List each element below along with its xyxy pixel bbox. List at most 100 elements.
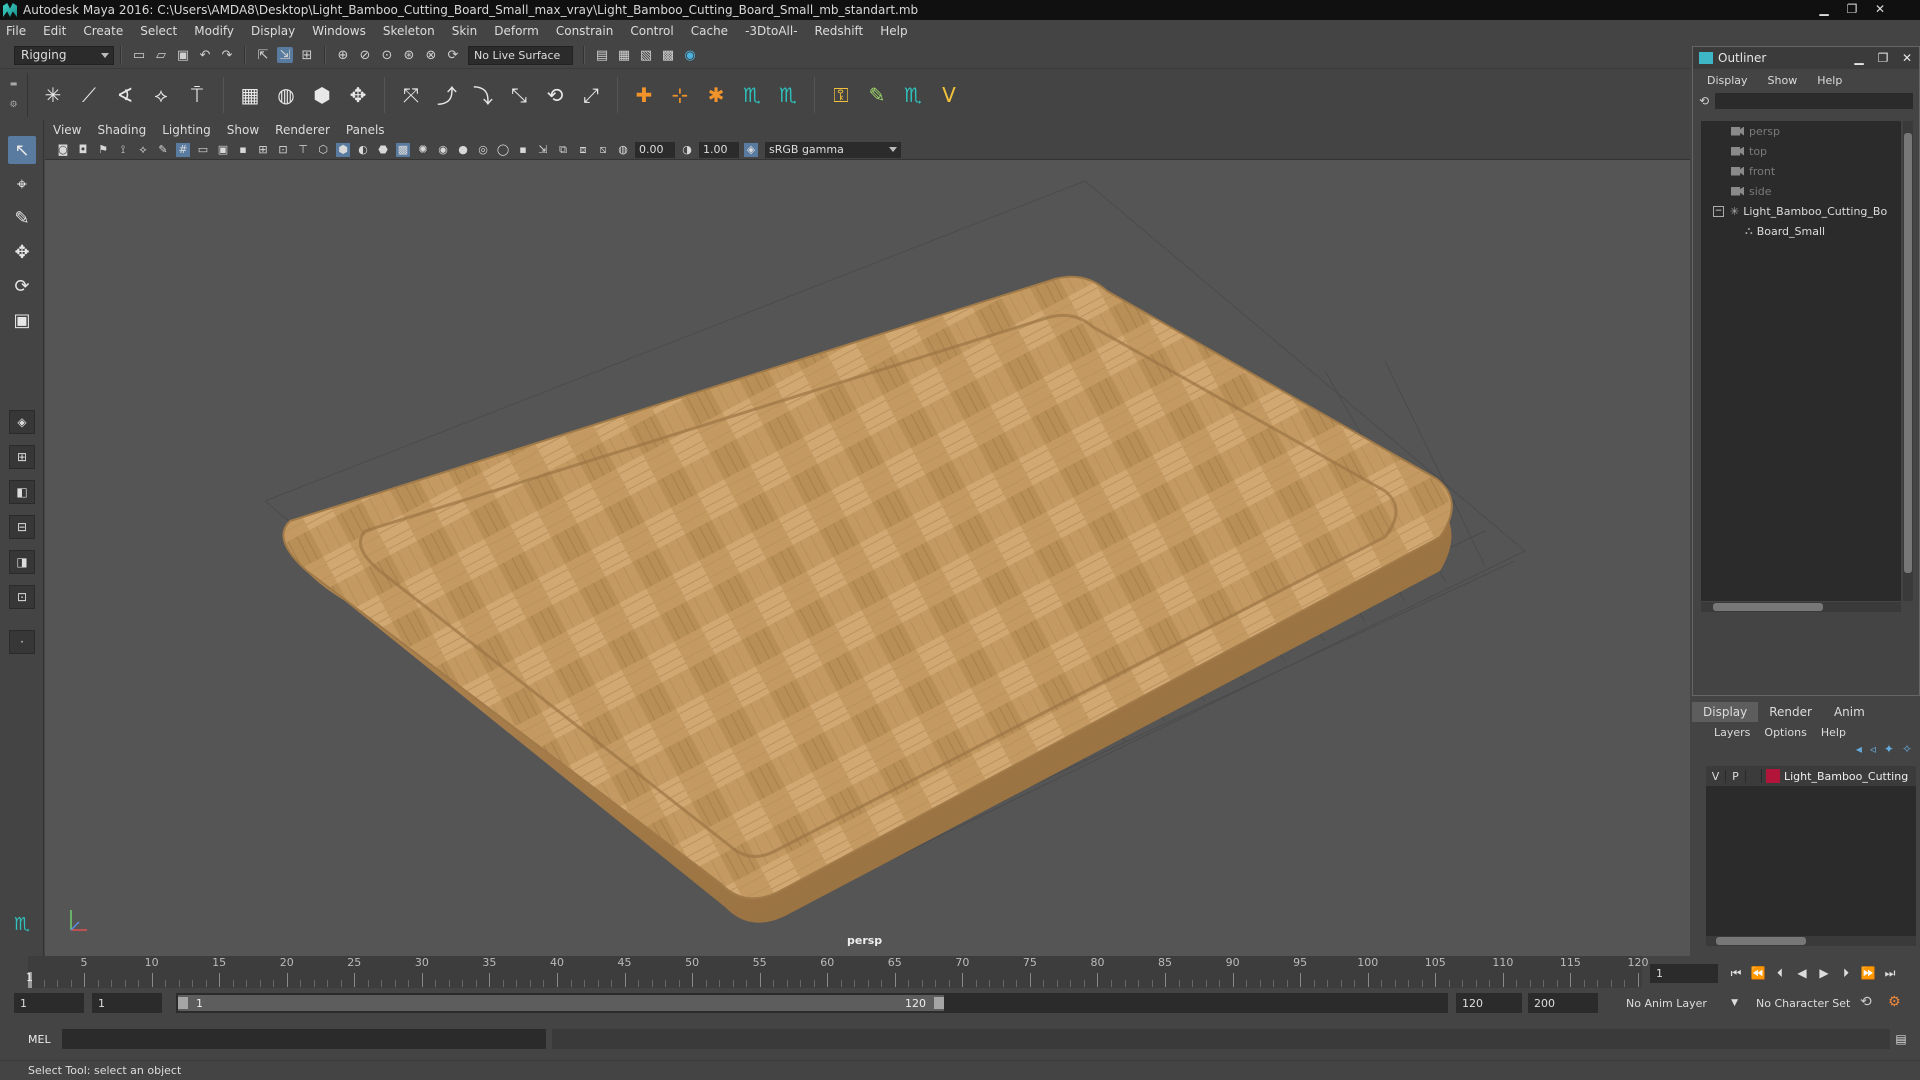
hypershade-icon[interactable]: ◉	[682, 47, 698, 63]
render-view-icon[interactable]: ▤	[594, 47, 610, 63]
menu-3dtoall[interactable]: -3DtoAll-	[745, 24, 797, 38]
pole-vector-constraint-icon[interactable]: ⤢	[578, 82, 604, 108]
outliner-menu-display[interactable]: Display	[1707, 74, 1748, 87]
menu-windows[interactable]: Windows	[312, 24, 366, 38]
outliner-item-group[interactable]: − ✳ Light_Bamboo_Cutting_Bo	[1701, 201, 1901, 221]
animation-preferences-icon[interactable]: ⚙	[1888, 994, 1901, 1010]
snap-point-icon[interactable]: ⊙	[379, 47, 395, 63]
maximize-button[interactable]: ❐	[1838, 0, 1866, 18]
character-set-dropdown[interactable]: No Character Set	[1750, 993, 1868, 1013]
view-transform-dropdown[interactable]: sRGB gamma	[765, 141, 901, 158]
viewport-menu-panels[interactable]: Panels	[346, 123, 385, 137]
outliner-item-persp[interactable]: persp	[1701, 121, 1901, 141]
scrollbar-thumb[interactable]	[1713, 603, 1823, 611]
save-scene-icon[interactable]: ▣	[175, 47, 191, 63]
viewport-menu-shading[interactable]: Shading	[97, 123, 146, 137]
snap-live-icon[interactable]: ⊗	[423, 47, 439, 63]
menu-display[interactable]: Display	[251, 24, 295, 38]
paint-select-icon[interactable]: ✎	[8, 204, 36, 232]
default-material-icon[interactable]: ◐	[356, 143, 370, 157]
viewport-menu-renderer[interactable]: Renderer	[275, 123, 330, 137]
viewport-menu-view[interactable]: View	[53, 123, 81, 137]
layer-row[interactable]: V P Light_Bamboo_Cutting	[1706, 766, 1916, 786]
menu-select[interactable]: Select	[140, 24, 177, 38]
camera-attributes-icon[interactable]: ◘	[76, 143, 90, 157]
outliner-minimize-button[interactable]: ▁	[1847, 51, 1871, 65]
component-editor-icon[interactable]: ✎	[864, 82, 890, 108]
go-to-end-icon[interactable]: ⏭	[1879, 962, 1901, 984]
single-perspective-layout-icon[interactable]: ◈	[9, 410, 35, 434]
outliner-item-side[interactable]: side	[1701, 181, 1901, 201]
time-slider-track[interactable]: 5 10 15 20 25 30 35 40 45 50 55 60 65 70 75 80 85 90 95 100…	[28, 956, 1649, 988]
move-layer-down-icon[interactable]: ◃	[1870, 742, 1876, 762]
menu-edit[interactable]: Edit	[43, 24, 66, 38]
quick-rig-icon[interactable]: ♏	[775, 82, 801, 108]
go-to-start-icon[interactable]: ⏮	[1725, 962, 1747, 984]
wireframe-on-shaded-icon[interactable]: ⬣	[376, 143, 390, 157]
open-scene-icon[interactable]: ▱	[153, 47, 169, 63]
viewport-menu-show[interactable]: Show	[227, 123, 259, 137]
menu-skeleton[interactable]: Skeleton	[383, 24, 435, 38]
layer-menu-layers[interactable]: Layers	[1714, 726, 1750, 739]
filter-icon[interactable]: ⟲	[1699, 94, 1709, 108]
new-layer-from-selection-icon[interactable]: ✧	[1902, 742, 1912, 762]
camera-select-icon[interactable]: ◙	[56, 143, 70, 157]
redo-icon[interactable]: ↷	[219, 47, 235, 63]
color-management-icon[interactable]: ◈	[744, 142, 758, 157]
end-time-field[interactable]: 200	[1528, 993, 1598, 1013]
field-chart-icon[interactable]: ⊞	[256, 143, 270, 157]
tab-display[interactable]: Display	[1692, 702, 1759, 722]
auto-key-icon[interactable]: ⟲	[1860, 994, 1872, 1010]
menu-help[interactable]: Help	[880, 24, 907, 38]
depth-of-field-icon[interactable]: ▪	[516, 143, 530, 157]
play-forwards-icon[interactable]: ▶	[1813, 962, 1835, 984]
grease-pencil-icon[interactable]: ✎	[156, 143, 170, 157]
anim-layer-dropdown[interactable]: No Anim Layer ▼	[1620, 993, 1738, 1013]
image-plane-icon[interactable]: ⟟	[116, 143, 130, 157]
outliner-menu-help[interactable]: Help	[1817, 74, 1842, 87]
persp-uv-layout-icon[interactable]: ⊡	[9, 585, 35, 609]
viewport-menu-lighting[interactable]: Lighting	[162, 123, 211, 137]
screen-space-ao-icon[interactable]: ●	[456, 143, 470, 157]
hypershade-layout-icon[interactable]: ◨	[9, 550, 35, 574]
playback-start-field[interactable]: 1	[92, 993, 162, 1013]
range-bar[interactable]: 1 120	[176, 993, 1448, 1013]
shadows-icon[interactable]: ◉	[436, 143, 450, 157]
range-start-handle[interactable]	[178, 997, 188, 1009]
script-language-toggle[interactable]: MEL	[28, 1033, 51, 1046]
safe-action-icon[interactable]: ⊡	[276, 143, 290, 157]
resolution-gate-icon[interactable]: ▣	[216, 143, 230, 157]
outliner-item-mesh[interactable]: ⛬ Board_Small	[1701, 221, 1901, 241]
locator-icon[interactable]: ✚	[631, 82, 657, 108]
2d-pan-zoom-icon[interactable]: ⟡	[136, 143, 150, 157]
scrollbar-thumb[interactable]	[1904, 133, 1912, 573]
xray-icon[interactable]: ⧉	[556, 143, 570, 157]
motion-blur-icon[interactable]: ◎	[476, 143, 490, 157]
layer-display-type-toggle[interactable]	[1746, 769, 1762, 783]
outliner-vertical-scrollbar[interactable]	[1903, 121, 1913, 601]
scrollbar-thumb[interactable]	[1716, 937, 1806, 945]
collapse-toggle-icon[interactable]: −	[1713, 205, 1724, 217]
snap-projected-icon[interactable]: ⟳	[445, 47, 461, 63]
outliner-search-input[interactable]	[1715, 93, 1913, 109]
xray-joints-icon[interactable]: ⧈	[576, 143, 590, 157]
exposure-field[interactable]: 0.00	[635, 141, 675, 158]
smooth-shade-icon[interactable]: ⬢	[336, 142, 350, 157]
playback-end-field[interactable]: 120	[1456, 993, 1522, 1013]
step-forward-frame-icon[interactable]: ⏵	[1835, 962, 1857, 984]
range-handle[interactable]: 1 120	[178, 995, 944, 1011]
new-layer-icon[interactable]: ✦	[1884, 742, 1894, 762]
outliner-horizontal-scrollbar[interactable]	[1701, 602, 1901, 612]
outliner-menu-show[interactable]: Show	[1768, 74, 1798, 87]
maya-logo-shelf-icon[interactable]: ♏	[900, 82, 926, 108]
layer-visibility-toggle[interactable]: V	[1706, 769, 1726, 783]
layer-playback-toggle[interactable]: P	[1726, 769, 1746, 783]
menu-cache[interactable]: Cache	[691, 24, 728, 38]
snap-curve-icon[interactable]: ⊘	[357, 47, 373, 63]
play-backwards-icon[interactable]: ◀	[1791, 962, 1813, 984]
scale-constraint-icon[interactable]: ⤡	[506, 82, 532, 108]
select-tool-icon[interactable]: ↖	[8, 136, 36, 164]
textured-icon[interactable]: ▩	[396, 142, 410, 157]
anti-aliasing-icon[interactable]: ◯	[496, 143, 510, 157]
menu-control[interactable]: Control	[630, 24, 673, 38]
